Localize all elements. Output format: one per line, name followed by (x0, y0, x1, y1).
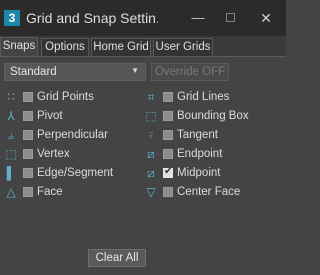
snap-row-perpendicular[interactable]: ⫨ Perpendicular (4, 128, 140, 144)
pivot-checkbox[interactable] (23, 111, 33, 121)
title-bar[interactable]: 3 Grid and Snap Settin... — ✕ (0, 0, 286, 36)
snap-row-vertex[interactable]: ⬚ Vertex (4, 147, 140, 163)
snaps-panel: Standard ▼ Override OFF ∷ Grid Points ⅄ … (0, 56, 286, 275)
endpoint-checkbox[interactable] (163, 149, 173, 159)
override-button[interactable]: Override OFF (151, 63, 229, 81)
perpendicular-icon: ⫨ (7, 128, 15, 142)
chevron-down-icon: ▼ (131, 66, 139, 75)
face-icon: △ (6, 185, 16, 199)
snap-row-endpoint[interactable]: ⧄ Endpoint (144, 147, 282, 163)
snap-label: Grid Points (37, 91, 94, 103)
grid-lines-icon: ⌗ (147, 90, 155, 104)
app-icon: 3 (4, 10, 20, 26)
tangent-checkbox[interactable] (163, 130, 173, 140)
center-face-icon: ▽ (146, 185, 156, 199)
snap-label: Bounding Box (177, 110, 249, 122)
midpoint-icon: ⧄ (147, 166, 155, 180)
snap-label: Endpoint (177, 148, 223, 160)
tab-home-grid[interactable]: Home Grid (91, 38, 151, 56)
edge-segment-icon: ▌ (6, 166, 16, 180)
maximize-button[interactable] (220, 8, 240, 28)
maximize-icon (225, 13, 235, 22)
snap-row-grid-points[interactable]: ∷ Grid Points (4, 90, 140, 106)
center-face-checkbox[interactable] (163, 187, 173, 197)
snap-row-pivot[interactable]: ⅄ Pivot (4, 109, 140, 125)
snap-label: Center Face (177, 186, 241, 198)
tab-snaps[interactable]: Snaps (0, 37, 38, 56)
bounding-box-checkbox[interactable] (163, 111, 173, 121)
snap-label: Pivot (37, 110, 63, 122)
grid-lines-checkbox[interactable] (163, 92, 173, 102)
snap-label: Vertex (37, 148, 70, 160)
snap-row-edge-segment[interactable]: ▌ Edge/Segment (4, 166, 140, 182)
grid-points-icon: ∷ (7, 90, 15, 104)
minimize-button[interactable]: — (188, 8, 208, 28)
snap-label: Midpoint (177, 167, 221, 179)
snap-label: Edge/Segment (37, 167, 114, 179)
snap-row-tangent[interactable]: ⍤ Tangent (144, 128, 282, 144)
tangent-icon: ⍤ (147, 128, 155, 142)
grid-points-checkbox[interactable] (23, 92, 33, 102)
snap-type-dropdown[interactable]: Standard ▼ (4, 63, 146, 81)
snap-label: Tangent (177, 129, 218, 141)
snap-row-center-face[interactable]: ▽ Center Face (144, 185, 282, 201)
snap-row-face[interactable]: △ Face (4, 185, 140, 201)
edge-segment-checkbox[interactable] (23, 168, 33, 178)
window-title: Grid and Snap Settin... (26, 10, 158, 26)
snap-label: Grid Lines (177, 91, 230, 103)
tab-bar: Snaps Options Home Grid User Grids (0, 36, 286, 56)
snap-row-grid-lines[interactable]: ⌗ Grid Lines (144, 90, 282, 106)
snap-label: Perpendicular (37, 129, 108, 141)
vertex-icon: ⬚ (5, 147, 17, 161)
pivot-icon: ⅄ (7, 109, 15, 123)
bounding-box-icon: ⬚ (145, 109, 157, 123)
vertex-checkbox[interactable] (23, 149, 33, 159)
endpoint-icon: ⧄ (147, 147, 155, 161)
snap-row-midpoint[interactable]: ⧄ Midpoint (144, 166, 282, 182)
snap-row-bounding-box[interactable]: ⬚ Bounding Box (144, 109, 282, 125)
close-button[interactable]: ✕ (256, 8, 276, 28)
tab-user-grids[interactable]: User Grids (153, 38, 213, 56)
snap-label: Face (37, 186, 63, 198)
tab-options[interactable]: Options (41, 38, 89, 56)
clear-all-button[interactable]: Clear All (88, 249, 146, 267)
dropdown-value: Standard (10, 66, 57, 78)
midpoint-checkbox[interactable] (163, 166, 173, 178)
face-checkbox[interactable] (23, 187, 33, 197)
perpendicular-checkbox[interactable] (23, 130, 33, 140)
